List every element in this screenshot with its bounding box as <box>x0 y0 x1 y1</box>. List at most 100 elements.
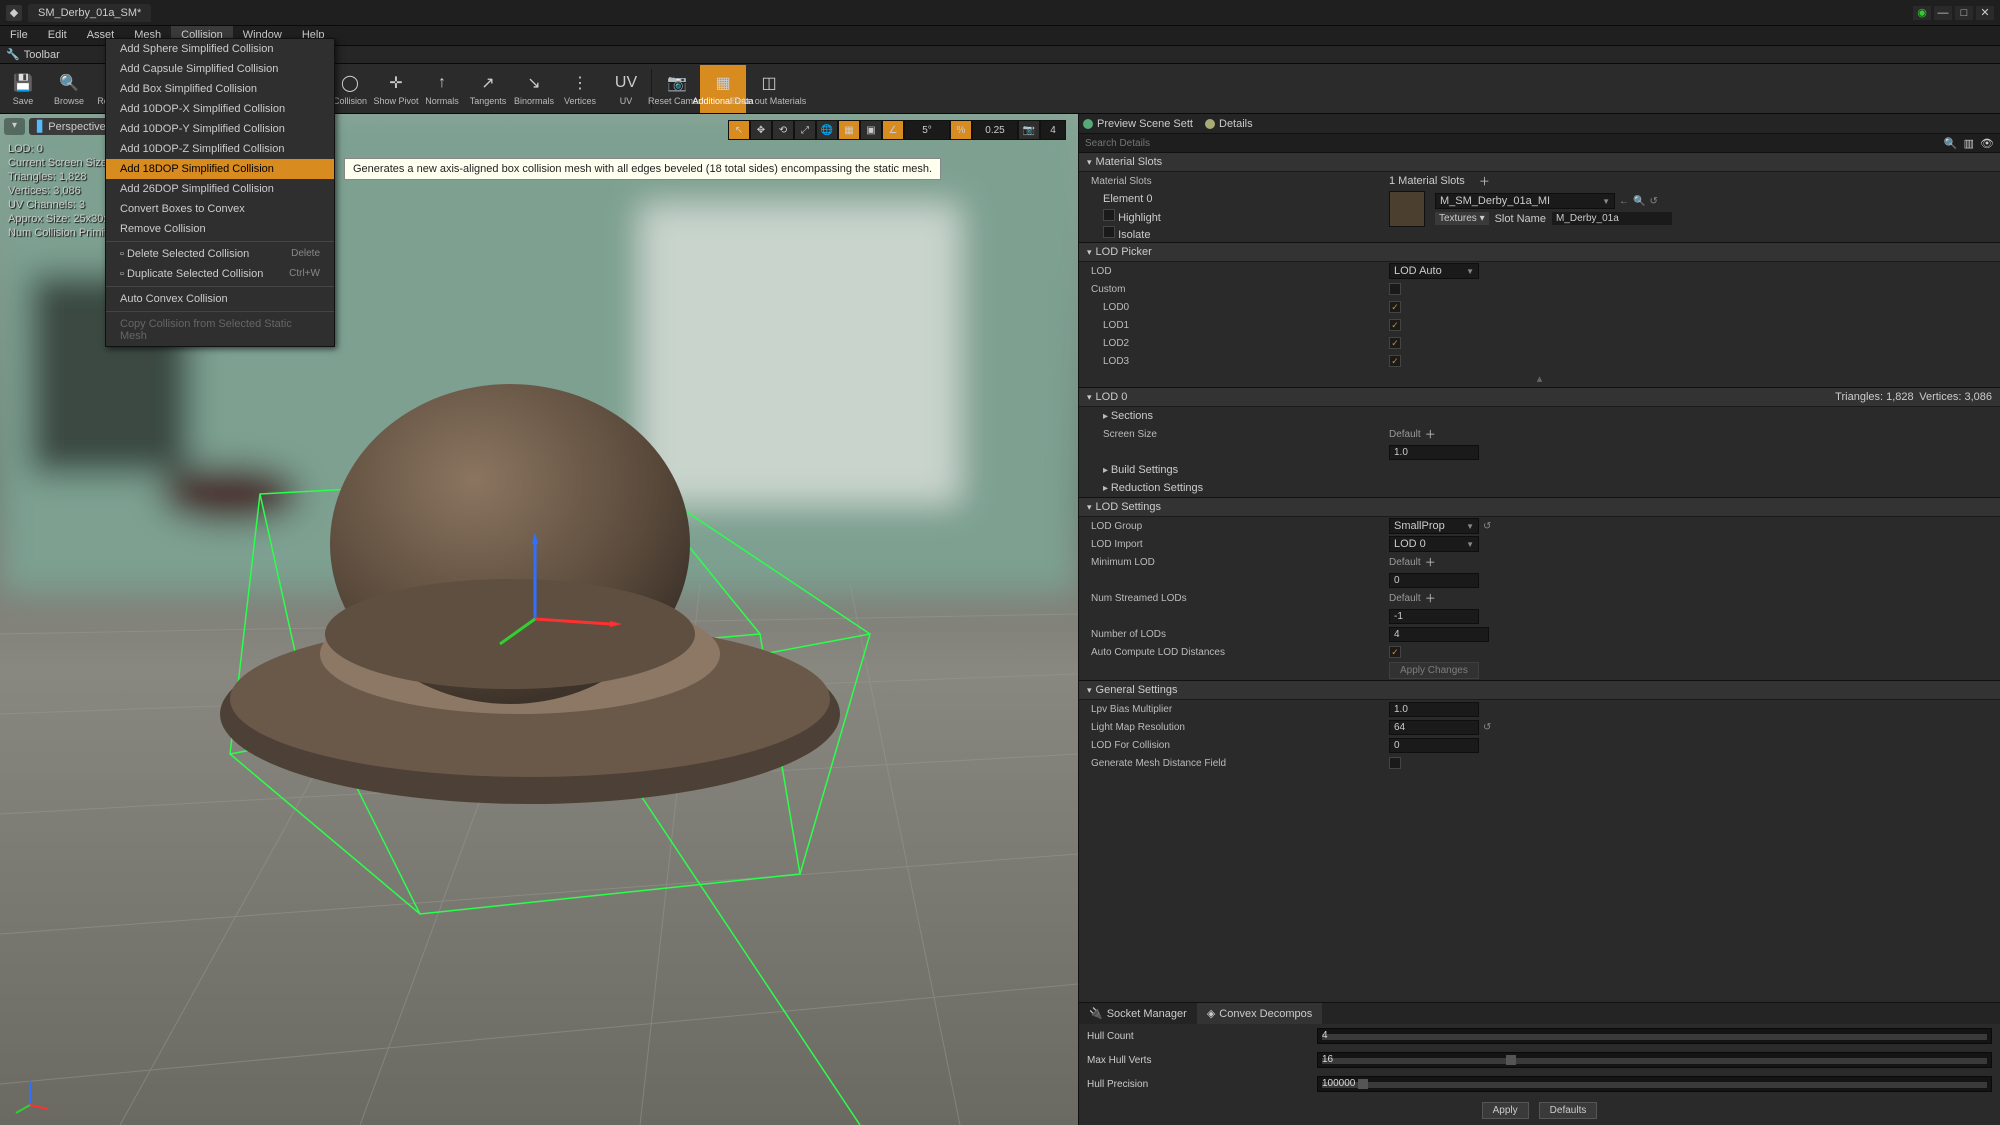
collision-menu-item[interactable]: Add Capsule Simplified Collision <box>106 59 334 79</box>
section-lod-picker[interactable]: ▾LOD Picker <box>1079 242 2000 262</box>
numstream-input[interactable]: -1 <box>1389 609 1479 624</box>
minimize-button[interactable]: — <box>1934 6 1952 20</box>
lod0-checkbox[interactable] <box>1389 301 1401 313</box>
eye-icon[interactable]: 👁 <box>1980 137 1994 150</box>
collision-menu-item[interactable]: ▫ Duplicate Selected CollisionCtrl+W <box>106 264 334 284</box>
minlod-input[interactable]: 0 <box>1389 573 1479 588</box>
numlods-input[interactable]: 4 <box>1389 627 1489 642</box>
section-lod-settings[interactable]: ▾LOD Settings <box>1079 497 2000 517</box>
toolbar-chevron-icon[interactable]: 🔧 <box>6 48 20 61</box>
lod-import-dropdown[interactable]: LOD 0▼ <box>1389 536 1479 552</box>
material-thumbnail[interactable] <box>1389 191 1425 227</box>
section-lod0[interactable]: ▾LOD 0Triangles: 1,828 Vertices: 3,086 <box>1079 387 2000 407</box>
menu-file[interactable]: File <box>0 26 38 45</box>
collision-menu-item[interactable]: Add 10DOP-X Simplified Collision <box>106 99 334 119</box>
hullcount-slider[interactable]: 4 <box>1317 1028 1992 1044</box>
add-slot-icon[interactable]: ＋ <box>1479 173 1490 189</box>
section-material-slots[interactable]: ▾Material Slots <box>1079 152 2000 172</box>
asset-tab[interactable]: SM_Derby_01a_SM* <box>28 4 151 22</box>
toolbar-browse[interactable]: 🔍Browse <box>46 65 92 113</box>
collision-menu-item[interactable]: Add Sphere Simplified Collision <box>106 39 334 59</box>
lpv-input[interactable]: 1.0 <box>1389 702 1479 717</box>
slot-name-input[interactable]: M_Derby_01a <box>1552 212 1672 225</box>
select-mode-icon[interactable]: ↖ <box>728 120 750 140</box>
lod-dropdown[interactable]: LOD Auto▼ <box>1389 263 1479 279</box>
rotate-mode-icon[interactable]: ⟲ <box>772 120 794 140</box>
collision-menu-item[interactable]: Add Box Simplified Collision <box>106 79 334 99</box>
lod-group-dropdown[interactable]: SmallProp▼ <box>1389 518 1479 534</box>
add-numstream-icon[interactable]: ＋ <box>1425 590 1436 606</box>
angle-snap-value[interactable]: 5° <box>904 120 950 140</box>
source-control-icon[interactable]: ◉ <box>1913 6 1931 20</box>
translate-mode-icon[interactable]: ✥ <box>750 120 772 140</box>
lightmap-input[interactable]: 64 <box>1389 720 1479 735</box>
scale-snap-value[interactable]: 0.25 <box>972 120 1018 140</box>
reset-lodgroup-icon[interactable]: ↺ <box>1483 521 1491 532</box>
collision-menu-item[interactable]: Auto Convex Collision <box>106 289 334 309</box>
menu-edit[interactable]: Edit <box>38 26 77 45</box>
toolbar-normals[interactable]: ↑Normals <box>419 65 465 113</box>
toolbar-bake-out-materials[interactable]: ◫Bake out Materials <box>746 65 792 113</box>
toolbar-show-pivot[interactable]: ✛Show Pivot <box>373 65 419 113</box>
toolbar-tangents[interactable]: ↗Tangents <box>465 65 511 113</box>
surface-snap-icon[interactable]: ▣ <box>860 120 882 140</box>
build-settings[interactable]: ▸ Build Settings <box>1079 464 1389 476</box>
viewport-options[interactable]: ▾ <box>4 118 25 135</box>
collision-menu-item[interactable]: Convert Boxes to Convex <box>106 199 334 219</box>
use-material-icon[interactable]: 🔍 <box>1633 196 1645 207</box>
custom-checkbox[interactable] <box>1389 283 1401 295</box>
autocompute-checkbox[interactable] <box>1389 646 1401 658</box>
lod2-checkbox[interactable] <box>1389 337 1401 349</box>
tab-details[interactable]: Details <box>1205 118 1253 130</box>
collision-menu-item[interactable]: Add 10DOP-Z Simplified Collision <box>106 139 334 159</box>
add-minlod-icon[interactable]: ＋ <box>1425 554 1436 570</box>
hullprec-slider[interactable]: 100000 <box>1317 1076 1992 1092</box>
collision-menu-item[interactable]: ▫ Delete Selected CollisionDelete <box>106 244 334 264</box>
coord-space-icon[interactable]: 🌐 <box>816 120 838 140</box>
toolbar-binormals[interactable]: ↘Binormals <box>511 65 557 113</box>
reset-lightmap-icon[interactable]: ↺ <box>1483 722 1491 733</box>
browse-material-icon[interactable]: ← <box>1619 196 1629 207</box>
highlight-checkbox[interactable] <box>1103 209 1115 221</box>
toolbar-save[interactable]: 💾Save <box>0 65 46 113</box>
lod1-checkbox[interactable] <box>1389 319 1401 331</box>
apply-button[interactable]: Apply <box>1482 1102 1529 1119</box>
screensize-input[interactable]: 1.0 <box>1389 445 1479 460</box>
viewport-perspective[interactable]: ▋ Perspective <box>29 118 114 135</box>
search-icon[interactable]: 🔍 <box>1944 137 1958 150</box>
reduction-settings[interactable]: ▸ Reduction Settings <box>1079 482 1389 494</box>
grid-snap-icon[interactable]: ▦ <box>838 120 860 140</box>
lod3-checkbox[interactable] <box>1389 355 1401 367</box>
lodcol-input[interactable]: 0 <box>1389 738 1479 753</box>
section-general[interactable]: ▾General Settings <box>1079 680 2000 700</box>
angle-snap-icon[interactable]: ∠ <box>882 120 904 140</box>
maxverts-slider[interactable]: 16 <box>1317 1052 1992 1068</box>
tab-socket-manager[interactable]: 🔌Socket Manager <box>1079 1003 1197 1024</box>
isolate-checkbox[interactable] <box>1103 226 1115 238</box>
collision-menu-item[interactable]: Add 26DOP Simplified Collision <box>106 179 334 199</box>
tab-convex-decompos[interactable]: ◈Convex Decompos <box>1197 1003 1322 1024</box>
scale-snap-icon[interactable]: % <box>950 120 972 140</box>
add-screensize-icon[interactable]: ＋ <box>1425 426 1436 442</box>
defaults-button[interactable]: Defaults <box>1539 1102 1598 1119</box>
camera-speed-icon[interactable]: 📷 <box>1018 120 1040 140</box>
apply-changes-button[interactable]: Apply Changes <box>1389 662 1479 679</box>
textures-dropdown[interactable]: Textures ▾ <box>1435 212 1489 225</box>
search-input[interactable] <box>1085 138 1940 149</box>
material-dropdown[interactable]: M_SM_Derby_01a_MI▼ <box>1435 193 1615 209</box>
toolbar-vertices[interactable]: ⋮Vertices <box>557 65 603 113</box>
maximize-button[interactable]: □ <box>1955 6 1973 20</box>
close-button[interactable]: ✕ <box>1976 6 1994 20</box>
lod0-sections[interactable]: ▸ Sections <box>1079 410 1389 422</box>
toolbar-uv[interactable]: UVUV <box>603 65 649 113</box>
scale-mode-icon[interactable]: ⤢ <box>794 120 816 140</box>
mdf-checkbox[interactable] <box>1389 757 1401 769</box>
collision-menu-item[interactable]: Add 18DOP Simplified Collision <box>106 159 334 179</box>
tab-preview-scene[interactable]: Preview Scene Sett <box>1083 118 1193 130</box>
collision-menu-item[interactable]: Remove Collision <box>106 219 334 239</box>
expand-lods-icon[interactable]: ▴ <box>1079 370 2000 387</box>
camera-speed-value[interactable]: 4 <box>1040 120 1066 140</box>
filter-icon[interactable]: ▥ <box>1964 137 1974 150</box>
reset-material-icon[interactable]: ↺ <box>1649 196 1657 207</box>
collision-menu-item[interactable]: Add 10DOP-Y Simplified Collision <box>106 119 334 139</box>
